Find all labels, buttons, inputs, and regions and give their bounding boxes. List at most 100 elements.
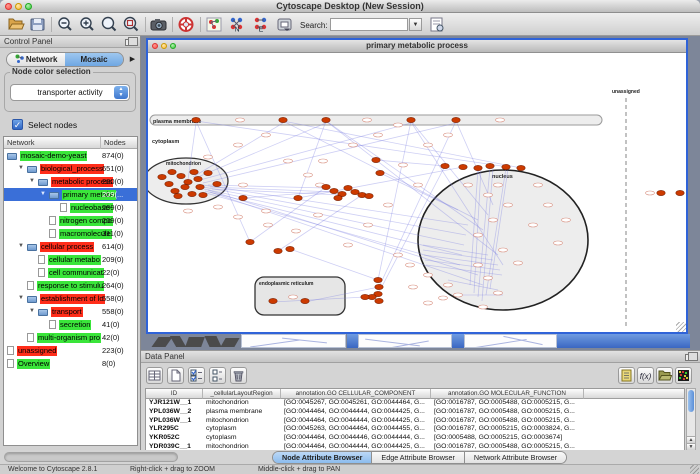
unselect-attributes-icon[interactable] bbox=[209, 367, 226, 384]
tree-row[interactable]: macromolecule311(0) bbox=[4, 227, 137, 240]
notes-icon[interactable] bbox=[618, 367, 635, 384]
network-node[interactable] bbox=[375, 298, 383, 303]
network-node[interactable] bbox=[657, 190, 665, 195]
network-node-small[interactable] bbox=[363, 118, 372, 122]
table-column-header[interactable]: annotation.GO MOLECULAR_FUNCTION bbox=[431, 389, 584, 399]
select-attributes-icon[interactable] bbox=[188, 367, 205, 384]
network-node-small[interactable] bbox=[444, 283, 453, 287]
float-data-panel-icon[interactable] bbox=[685, 354, 693, 361]
network-node-small[interactable] bbox=[494, 183, 503, 187]
tree-row[interactable]: Overview8(0) bbox=[4, 357, 137, 370]
network-node-small[interactable] bbox=[474, 263, 483, 267]
network-node[interactable] bbox=[204, 170, 212, 175]
tree-row[interactable]: nitrogen compo209(0) bbox=[4, 214, 137, 227]
expander-icon[interactable]: ▼ bbox=[18, 240, 24, 253]
table-column-header[interactable]: ID bbox=[146, 389, 203, 399]
table-row[interactable]: YPL036W__2plasma membrane[GO:0044464, GO… bbox=[146, 408, 684, 417]
tree-row[interactable]: response to stimulu264(0) bbox=[4, 279, 137, 292]
tree-row[interactable]: ▼metabolic process280(0) bbox=[4, 175, 137, 188]
tree-row[interactable]: ▼transport558(0) bbox=[4, 305, 137, 318]
search-input[interactable] bbox=[330, 18, 408, 31]
network-node-small[interactable] bbox=[554, 241, 563, 245]
network-node-small[interactable] bbox=[544, 203, 553, 207]
tree-row[interactable]: ▼cellular process614(0) bbox=[4, 240, 137, 253]
tree-header-network[interactable]: Network bbox=[4, 137, 101, 149]
tab-overflow-arrow[interactable]: ▶ bbox=[127, 52, 138, 67]
expander-icon[interactable]: ▼ bbox=[29, 175, 35, 188]
network-node-small[interactable] bbox=[474, 233, 483, 237]
tab-edge-attribute-browser[interactable]: Edge Attribute Browser bbox=[372, 452, 465, 463]
network-overview-icon[interactable] bbox=[205, 16, 223, 33]
save-icon[interactable] bbox=[29, 16, 47, 33]
network-node-small[interactable] bbox=[496, 118, 505, 122]
network-node[interactable] bbox=[334, 195, 342, 200]
network-node[interactable] bbox=[171, 188, 179, 193]
tree-row[interactable]: cell communicat22(0) bbox=[4, 266, 137, 279]
network-node[interactable] bbox=[361, 294, 369, 299]
network-node-small[interactable] bbox=[454, 293, 463, 297]
network-canvas[interactable]: plasma membrane cytoplasm nucleus mitoch… bbox=[148, 54, 686, 332]
network-node-small[interactable] bbox=[489, 218, 498, 222]
network-node-small[interactable] bbox=[344, 243, 353, 247]
network-node-small[interactable] bbox=[529, 223, 538, 227]
network-node[interactable] bbox=[301, 298, 309, 303]
network-node[interactable] bbox=[192, 117, 200, 122]
tree-row[interactable]: ▼establishment of lo558(0) bbox=[4, 292, 137, 305]
select-all-attributes-icon[interactable] bbox=[146, 367, 163, 384]
new-attribute-icon[interactable] bbox=[167, 367, 184, 384]
table-row[interactable]: YLR295Ccytoplasm[GO:0045263, GO:0044464,… bbox=[146, 425, 684, 434]
delete-attribute-icon[interactable] bbox=[230, 367, 247, 384]
network-node[interactable] bbox=[517, 165, 525, 170]
network-node[interactable] bbox=[407, 117, 415, 122]
network-node-small[interactable] bbox=[406, 263, 415, 267]
network-node[interactable] bbox=[474, 165, 482, 170]
network-node[interactable] bbox=[441, 163, 449, 168]
snapshot-icon[interactable] bbox=[150, 16, 168, 33]
network-node-small[interactable] bbox=[464, 183, 473, 187]
expander-icon[interactable]: ▼ bbox=[29, 305, 35, 318]
import-attributes-icon[interactable] bbox=[656, 367, 673, 384]
network-node-small[interactable] bbox=[204, 155, 213, 159]
window-titlebar[interactable]: Cytoscape Desktop (New Session) bbox=[0, 0, 700, 13]
tree-row[interactable]: secretion41(0) bbox=[4, 318, 137, 331]
expander-icon[interactable]: ▼ bbox=[18, 162, 24, 175]
network-node[interactable] bbox=[196, 184, 204, 189]
network-node[interactable] bbox=[184, 179, 192, 184]
network-node-small[interactable] bbox=[384, 203, 393, 207]
network-node[interactable] bbox=[279, 117, 287, 122]
function-builder-icon[interactable]: f(x) bbox=[637, 367, 654, 384]
search-dropdown-button[interactable]: ▼ bbox=[409, 18, 422, 31]
network-node-small[interactable] bbox=[479, 305, 488, 309]
select-nodes-checkbox[interactable]: ✓ bbox=[12, 119, 23, 130]
network-node[interactable] bbox=[676, 190, 684, 195]
network-node-small[interactable] bbox=[264, 223, 273, 227]
help-icon[interactable] bbox=[177, 16, 195, 33]
network-node-small[interactable] bbox=[399, 163, 408, 167]
float-panel-icon[interactable] bbox=[125, 39, 133, 46]
network-node-small[interactable] bbox=[374, 133, 383, 137]
table-row[interactable]: YKR052Ccytoplasm[GO:0044464, GO:0044446,… bbox=[146, 434, 684, 443]
network-node[interactable] bbox=[190, 169, 198, 174]
network-node-small[interactable] bbox=[364, 223, 373, 227]
network-node[interactable] bbox=[239, 195, 247, 200]
network-node-small[interactable] bbox=[262, 133, 271, 137]
network-node[interactable] bbox=[168, 169, 176, 174]
table-column-header[interactable]: annotation.GO CELLULAR_COMPONENT bbox=[281, 389, 431, 399]
network-node-small[interactable] bbox=[499, 248, 508, 252]
network-node-small[interactable] bbox=[239, 183, 248, 187]
network-node[interactable] bbox=[372, 157, 380, 162]
network-node[interactable] bbox=[374, 277, 382, 282]
tree-row[interactable]: cellular metabo209(0) bbox=[4, 253, 137, 266]
network-node[interactable] bbox=[174, 193, 182, 198]
network-node[interactable] bbox=[194, 176, 202, 181]
plasma-membrane-region[interactable] bbox=[150, 115, 602, 125]
network-node-small[interactable] bbox=[284, 159, 293, 163]
tab-network[interactable]: Network bbox=[7, 53, 65, 66]
tree-row[interactable]: multi-organism pro42(0) bbox=[4, 331, 137, 344]
network-node[interactable] bbox=[376, 170, 384, 175]
open-icon[interactable] bbox=[7, 16, 25, 33]
network-node-small[interactable] bbox=[424, 273, 433, 277]
network-node-small[interactable] bbox=[439, 296, 448, 300]
nucleus-region[interactable] bbox=[418, 170, 588, 310]
network-node-small[interactable] bbox=[514, 261, 523, 265]
